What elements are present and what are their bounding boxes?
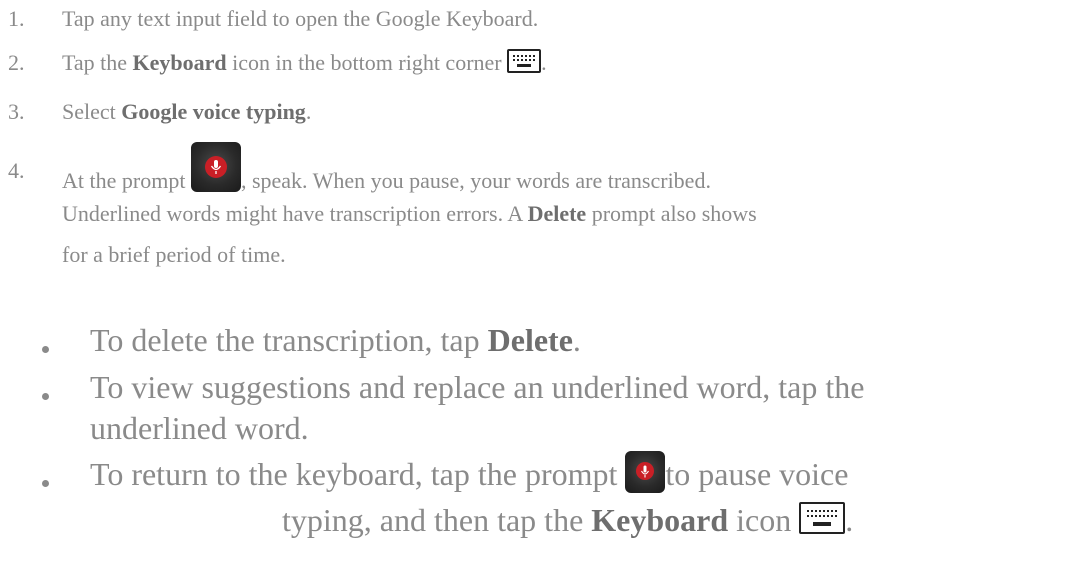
- step-text: icon in the bottom right corner: [226, 50, 508, 75]
- step-text: prompt also shows: [586, 201, 757, 226]
- step-text: .: [541, 50, 547, 75]
- keyboard-term: Keyboard: [132, 50, 227, 75]
- keyboard-icon: [799, 501, 846, 534]
- step-text: for a brief period of time.: [62, 242, 286, 267]
- bullet-text: To return to the keyboard, tap the promp…: [90, 456, 626, 492]
- bullet-text: To delete the transcription, tap: [90, 322, 488, 358]
- step-text: .: [305, 99, 312, 124]
- step-text: Select: [62, 99, 122, 124]
- bullet-text: typing, and then tap the: [282, 502, 592, 538]
- step-number: 1.: [8, 6, 25, 31]
- step-text: Underlined words might have transcriptio…: [62, 201, 528, 226]
- microphone-prompt-icon: [190, 142, 241, 192]
- bullet-text: to pause voice: [665, 456, 849, 492]
- step-text: , speak. When you pause, your words are …: [240, 168, 711, 194]
- bullet-dot: [42, 393, 49, 400]
- bullet-text: To view suggestions and replace an under…: [90, 369, 865, 405]
- delete-term: Delete: [487, 322, 573, 358]
- step-text: Tap the: [62, 50, 133, 75]
- bullet-dot: [42, 346, 49, 353]
- bullet-dot: [42, 480, 49, 487]
- keyboard-icon: [507, 48, 542, 73]
- step-text: Tap any text input field to open the Goo…: [62, 6, 539, 31]
- bullet-text: .: [572, 322, 581, 358]
- step-text: At the prompt: [62, 168, 191, 194]
- bullet-text: icon: [728, 502, 800, 538]
- microphone-prompt-icon: [625, 450, 666, 493]
- step-number: 2.: [8, 50, 25, 75]
- bullet-text: underlined word.: [90, 410, 309, 446]
- bullet-text: .: [845, 502, 854, 538]
- keyboard-term: Keyboard: [591, 502, 729, 538]
- delete-term: Delete: [527, 201, 587, 226]
- step-number: 4.: [8, 158, 25, 183]
- step-number: 3.: [8, 99, 25, 124]
- google-voice-typing-term: Google voice typing: [121, 99, 306, 124]
